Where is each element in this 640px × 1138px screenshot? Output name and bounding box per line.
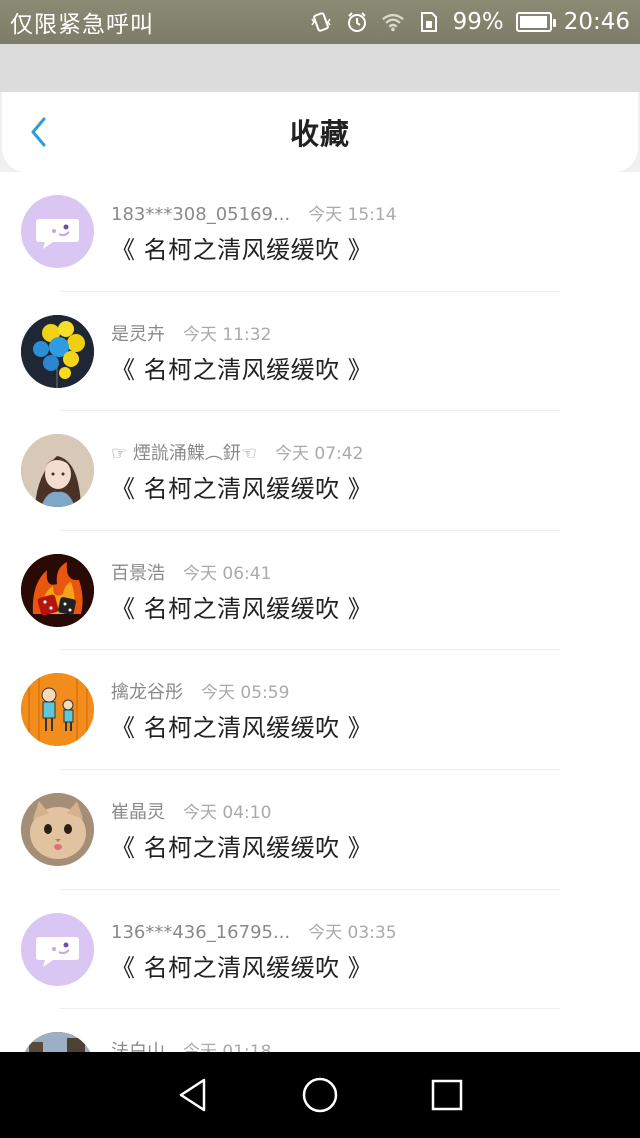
balloons-avatar [21, 314, 94, 388]
girl-photo-avatar [21, 434, 94, 508]
navigation-bar [0, 1052, 640, 1138]
item-title: 《 名柯之清风缓缓吹 》 [111, 475, 373, 504]
nav-recents-button[interactable] [427, 1075, 467, 1115]
back-triangle-icon [180, 1078, 206, 1112]
fire-dice-avatar [21, 553, 94, 627]
user-name: 百景浩 [111, 562, 165, 584]
chevron-left-icon [31, 117, 46, 147]
item-meta: 法白山 今天 01:18 [111, 1037, 271, 1052]
user-name: ☞ 煙詤涌鰈︵鈃☜ [111, 443, 257, 465]
street-photo-avatar [21, 1032, 94, 1052]
item-title: 《 名柯之清风缓缓吹 》 [111, 714, 373, 743]
nav-home-button[interactable] [300, 1075, 340, 1115]
item-meta: 183***308_05169... 今天 15:14 [111, 200, 397, 225]
default-chat-avatar [21, 912, 94, 986]
list-item[interactable]: 百景浩 今天 06:41 《 名柯之清风缓缓吹 》 [0, 531, 640, 651]
item-meta: ☞ 煙詤涌鰈︵鈃☜ 今天 07:42 [111, 439, 363, 465]
vibrate-icon [309, 10, 333, 34]
user-name: 崔晶灵 [111, 801, 165, 823]
sim-icon [417, 10, 441, 34]
header-shade [0, 44, 640, 92]
title-bar: 收藏 [2, 92, 638, 172]
list-item[interactable]: ☞ 煙詤涌鰈︵鈃☜ 今天 07:42 《 名柯之清风缓缓吹 》 [0, 411, 640, 531]
status-bar: 仅限紧急呼叫 99% 20:46 [0, 0, 640, 44]
item-time: 今天 04:10 [183, 802, 272, 823]
list-item[interactable]: 擒龙谷彤 今天 05:59 《 名柯之清风缓缓吹 》 [0, 650, 640, 770]
item-time: 今天 05:59 [201, 683, 290, 704]
user-name: 法白山 [111, 1041, 165, 1052]
carrier-label: 仅限紧急呼叫 [10, 12, 154, 38]
item-title: 《 名柯之清风缓缓吹 》 [111, 953, 373, 982]
back-button[interactable] [20, 114, 56, 150]
page-title: 收藏 [289, 117, 350, 151]
clock: 20:46 [563, 9, 630, 35]
item-time: 今天 15:14 [308, 205, 397, 225]
battery-percent: 99% [452, 9, 504, 35]
user-name: 183***308_05169... [111, 204, 291, 225]
item-meta: 是灵卉 今天 11:32 [111, 320, 271, 346]
default-chat-avatar [21, 195, 94, 268]
favorites-list: 183***308_05169... 今天 15:14 《 名柯之清风缓缓吹 》… [0, 172, 640, 1052]
item-title: 《 名柯之清风缓缓吹 》 [111, 236, 373, 264]
home-circle-icon [302, 1077, 338, 1113]
user-name: 136***436_16795... [111, 921, 291, 943]
alarm-icon [345, 10, 369, 34]
list-item[interactable]: 183***308_05169... 今天 15:14 《 名柯之清风缓缓吹 》 [0, 172, 640, 292]
list-item[interactable]: 崔晶灵 今天 04:10 《 名柯之清风缓缓吹 》 [0, 770, 640, 890]
cartoon-figures-avatar [21, 673, 94, 747]
item-time: 今天 03:35 [308, 922, 397, 943]
item-time: 今天 01:18 [183, 1037, 271, 1052]
item-meta: 崔晶灵 今天 04:10 [111, 798, 271, 824]
item-title: 《 名柯之清风缓缓吹 》 [111, 355, 373, 384]
item-meta: 136***436_16795... 今天 03:35 [111, 918, 397, 943]
item-meta: 百景浩 今天 06:41 [111, 559, 271, 585]
status-icons: 99% 20:46 [309, 9, 630, 35]
cat-avatar [21, 792, 94, 866]
list-item[interactable]: 法白山 今天 01:18 [0, 1009, 640, 1052]
item-time: 今天 07:42 [275, 444, 364, 465]
recents-square-icon [431, 1079, 462, 1111]
wifi-icon [381, 10, 405, 34]
item-meta: 擒龙谷彤 今天 05:59 [111, 678, 289, 704]
list-item[interactable]: 是灵卉 今天 11:32 《 名柯之清风缓缓吹 》 [0, 292, 640, 412]
user-name: 擒龙谷彤 [111, 682, 183, 704]
nav-back-button[interactable] [173, 1075, 213, 1115]
item-title: 《 名柯之清风缓缓吹 》 [111, 833, 373, 862]
user-name: 是灵卉 [111, 323, 165, 345]
item-time: 今天 11:32 [183, 324, 272, 345]
list-item[interactable]: 136***436_16795... 今天 03:35 《 名柯之清风缓缓吹 》 [0, 890, 640, 1010]
battery-icon [515, 12, 556, 32]
item-time: 今天 06:41 [183, 563, 272, 584]
item-title: 《 名柯之清风缓缓吹 》 [111, 594, 373, 623]
